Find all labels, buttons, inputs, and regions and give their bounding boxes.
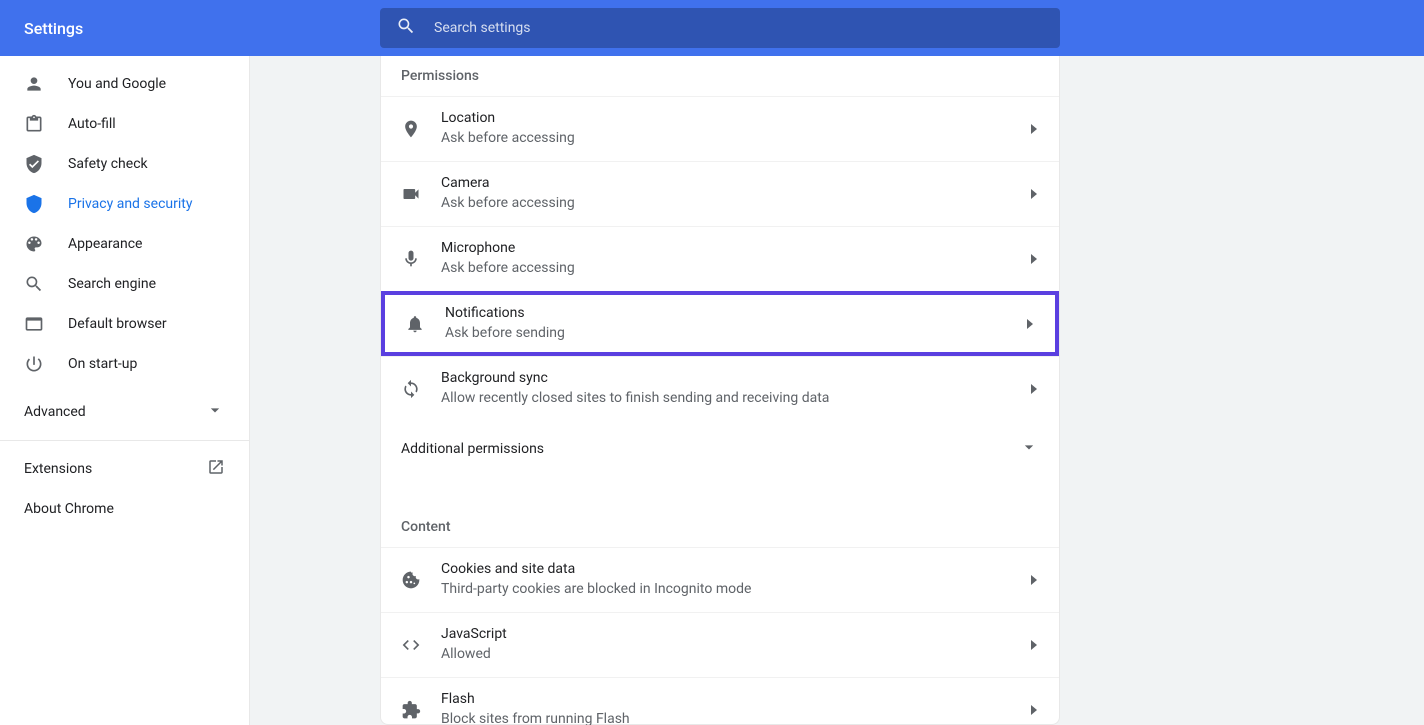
sidebar-item-extensions[interactable]: Extensions (0, 449, 249, 489)
person-icon (24, 74, 44, 94)
perm-title: JavaScript (441, 625, 1029, 645)
chevron-right-icon (1029, 124, 1039, 134)
code-icon (401, 635, 421, 655)
content-javascript[interactable]: JavaScript Allowed (381, 612, 1059, 677)
perm-sub: Allowed (441, 645, 1029, 665)
sidebar-item-label: Default browser (68, 316, 167, 332)
sidebar-item-label: You and Google (68, 76, 166, 92)
perm-text: Background sync Allow recently closed si… (441, 369, 1029, 408)
perm-sub: Ask before accessing (441, 129, 1029, 149)
sidebar-item-label: Appearance (68, 236, 142, 252)
sidebar-item-safety-check[interactable]: Safety check (0, 144, 249, 184)
sync-icon (401, 379, 421, 399)
chevron-right-icon (1029, 640, 1039, 650)
perm-text: Cookies and site data Third-party cookie… (441, 560, 1029, 599)
perm-sub: Allow recently closed sites to finish se… (441, 389, 1029, 409)
sidebar-item-you-and-google[interactable]: You and Google (0, 64, 249, 104)
sidebar-advanced-label: Advanced (24, 404, 86, 420)
sidebar-item-label: Search engine (68, 276, 156, 292)
sidebar-item-auto-fill[interactable]: Auto-fill (0, 104, 249, 144)
search-icon (24, 274, 44, 294)
perm-text: Notifications Ask before sending (445, 304, 1025, 343)
shield-icon (24, 194, 44, 214)
sidebar-item-default-browser[interactable]: Default browser (0, 304, 249, 344)
chevron-down-icon (1019, 437, 1039, 461)
power-icon (24, 354, 44, 374)
search-icon (396, 16, 416, 40)
additional-permissions-label: Additional permissions (401, 441, 544, 457)
perm-sub: Ask before sending (445, 324, 1025, 344)
location-icon (401, 119, 421, 139)
content-cookies[interactable]: Cookies and site data Third-party cookie… (381, 547, 1059, 612)
perm-title: Camera (441, 174, 1029, 194)
open-in-new-icon (207, 458, 225, 480)
microphone-icon (401, 249, 421, 269)
page-title: Settings (24, 19, 83, 38)
sidebar-item-privacy-and-security[interactable]: Privacy and security (0, 184, 249, 224)
chevron-right-icon (1029, 705, 1039, 715)
divider (0, 440, 249, 441)
sidebar-item-label: Extensions (24, 461, 92, 477)
chevron-right-icon (1029, 384, 1039, 394)
perm-text: JavaScript Allowed (441, 625, 1029, 664)
sidebar-item-label: Privacy and security (68, 196, 192, 212)
sidebar-item-on-start-up[interactable]: On start-up (0, 344, 249, 384)
header-bar: Settings (0, 0, 1424, 56)
chevron-right-icon (1029, 254, 1039, 264)
section-title-permissions: Permissions (381, 56, 1059, 96)
permission-location[interactable]: Location Ask before accessing (381, 96, 1059, 161)
perm-text: Camera Ask before accessing (441, 174, 1029, 213)
shield-check-icon (24, 154, 44, 174)
perm-title: Location (441, 109, 1029, 129)
perm-title: Cookies and site data (441, 560, 1029, 580)
permission-notifications[interactable]: Notifications Ask before sending (381, 291, 1059, 356)
perm-title: Flash (441, 690, 1029, 710)
sidebar-item-appearance[interactable]: Appearance (0, 224, 249, 264)
chevron-right-icon (1025, 319, 1035, 329)
perm-text: Location Ask before accessing (441, 109, 1029, 148)
sidebar: You and Google Auto-fill Safety check Pr… (0, 56, 250, 725)
sidebar-item-label: Auto-fill (68, 116, 116, 132)
perm-sub: Ask before accessing (441, 259, 1029, 279)
sidebar-item-search-engine[interactable]: Search engine (0, 264, 249, 304)
perm-title: Notifications (445, 304, 1025, 324)
palette-icon (24, 234, 44, 254)
section-title-content: Content (381, 507, 1059, 547)
settings-panel: Permissions Location Ask before accessin… (380, 56, 1060, 725)
perm-text: Flash Block sites from running Flash (441, 690, 1029, 725)
sidebar-item-about-chrome[interactable]: About Chrome (0, 489, 249, 529)
additional-permissions[interactable]: Additional permissions (381, 421, 1059, 477)
cookie-icon (401, 570, 421, 590)
sidebar-item-label: Safety check (68, 156, 148, 172)
sidebar-item-label: About Chrome (24, 501, 114, 517)
perm-sub: Block sites from running Flash (441, 710, 1029, 725)
perm-title: Microphone (441, 239, 1029, 259)
chevron-right-icon (1029, 575, 1039, 585)
clipboard-icon (24, 114, 44, 134)
search-input[interactable] (434, 20, 1044, 36)
perm-text: Microphone Ask before accessing (441, 239, 1029, 278)
permission-camera[interactable]: Camera Ask before accessing (381, 161, 1059, 226)
sidebar-advanced-toggle[interactable]: Advanced (0, 392, 249, 432)
content-area: Permissions Location Ask before accessin… (250, 56, 1424, 725)
perm-sub: Third-party cookies are blocked in Incog… (441, 580, 1029, 600)
search-container[interactable] (380, 8, 1060, 48)
browser-icon (24, 314, 44, 334)
camera-icon (401, 184, 421, 204)
puzzle-icon (401, 700, 421, 720)
perm-title: Background sync (441, 369, 1029, 389)
permission-background-sync[interactable]: Background sync Allow recently closed si… (381, 356, 1059, 421)
chevron-right-icon (1029, 189, 1039, 199)
sidebar-item-label: On start-up (68, 356, 137, 372)
content-flash[interactable]: Flash Block sites from running Flash (381, 677, 1059, 725)
perm-sub: Ask before accessing (441, 194, 1029, 214)
permission-microphone[interactable]: Microphone Ask before accessing (381, 226, 1059, 291)
bell-icon (405, 314, 425, 334)
chevron-down-icon (205, 400, 225, 424)
